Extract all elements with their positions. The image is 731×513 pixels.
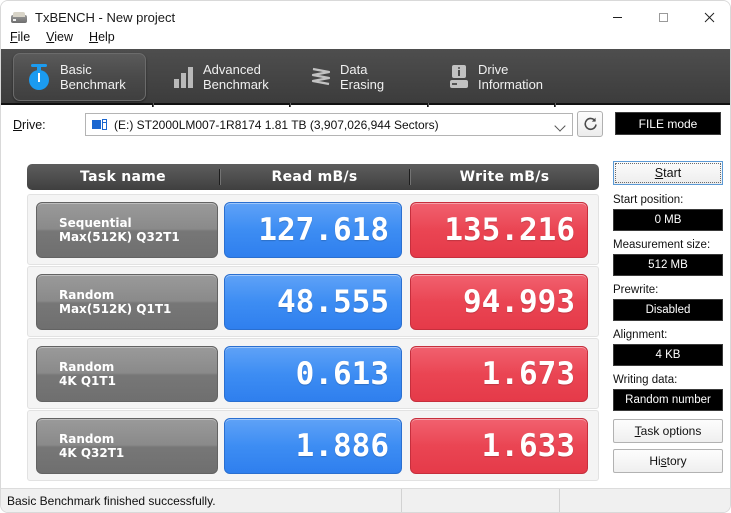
menu-bar: File View Help — [1, 28, 730, 48]
minimize-icon — [612, 17, 622, 18]
task-name-line1: Random — [59, 288, 115, 302]
menu-help[interactable]: Help — [82, 30, 122, 46]
writing-data-value: Random number — [625, 394, 711, 406]
stopwatch-icon — [26, 63, 52, 91]
measurement-size-value: 512 MB — [648, 259, 688, 271]
chevron-down-icon — [554, 120, 566, 132]
tab-drive-information[interactable]: Drive Information — [436, 53, 554, 101]
tab-advanced-benchmark[interactable]: Advanced Benchmark — [161, 53, 281, 101]
task-button[interactable]: Random 4K Q1T1 — [36, 346, 218, 402]
status-bar: Basic Benchmark finished successfully. — [1, 488, 730, 512]
tab-basic-benchmark-label: Basic Benchmark — [60, 62, 126, 92]
write-value: 94.993 — [463, 283, 575, 320]
zigzag-erase-icon — [311, 67, 331, 86]
table-row: Random Max(512K) Q1T1 48.555 94.993 — [27, 266, 599, 337]
write-value-cell: 1.633 — [410, 418, 588, 474]
measurement-size-label: Measurement size: — [613, 239, 711, 251]
window-title: TxBENCH - New project — [35, 10, 176, 25]
write-value-cell: 94.993 — [410, 274, 588, 330]
read-value-cell: 0.613 — [224, 346, 402, 402]
task-name-line1: Sequential — [59, 216, 132, 230]
header-write: Write mB/s — [409, 169, 599, 185]
refresh-icon — [583, 117, 597, 130]
start-button[interactable]: Start — [613, 161, 723, 185]
refresh-button[interactable] — [577, 111, 603, 137]
task-options-button[interactable]: Task options — [613, 419, 723, 443]
tab-data-erasing[interactable]: Data Erasing — [298, 53, 423, 101]
tab-drive-information-label: Drive Information — [478, 62, 544, 92]
disk-drive-icon — [92, 118, 108, 132]
read-value: 48.555 — [277, 283, 389, 320]
tab-data-erasing-label: Data Erasing — [340, 62, 385, 92]
task-name-line1: Random — [59, 432, 115, 446]
file-mode-badge: FILE mode — [615, 112, 721, 135]
header-read: Read mB/s — [219, 169, 409, 185]
task-name-line2: 4K Q32T1 — [59, 446, 125, 460]
tab-basic-benchmark[interactable]: Basic Benchmark — [13, 53, 146, 101]
drive-selection-row: Drive: (E:) ST2000LM007-1R8174 1.81 TB (… — [1, 107, 730, 145]
options-panel: Start Start position: 0 MB Measurement s… — [613, 161, 723, 473]
txbench-window: TxBENCH - New project File View Help Bas… — [0, 0, 731, 513]
writing-data-field[interactable]: Random number — [613, 389, 723, 411]
start-button-label: Start — [654, 166, 682, 180]
bar-chart-icon — [173, 66, 195, 88]
write-value: 1.633 — [481, 427, 575, 464]
read-value-cell: 48.555 — [224, 274, 402, 330]
task-name-line2: Max(512K) Q1T1 — [59, 302, 172, 316]
history-button[interactable]: History — [613, 449, 723, 473]
alignment-field[interactable]: 4 KB — [613, 344, 723, 366]
task-name-line1: Random — [59, 360, 115, 374]
start-position-field[interactable]: 0 MB — [613, 209, 723, 231]
write-value-cell: 135.216 — [410, 202, 588, 258]
read-value-cell: 1.886 — [224, 418, 402, 474]
measurement-size-field[interactable]: 512 MB — [613, 254, 723, 276]
results-table-header: Task name Read mB/s Write mB/s — [27, 164, 599, 190]
alignment-label: Alignment: — [613, 329, 668, 341]
writing-data-label: Writing data: — [613, 374, 678, 386]
task-button[interactable]: Random Max(512K) Q1T1 — [36, 274, 218, 330]
hard-drive-icon — [11, 10, 27, 26]
start-position-label: Start position: — [613, 194, 684, 206]
prewrite-label: Prewrite: — [613, 284, 659, 296]
close-icon — [704, 12, 714, 23]
table-row: Sequential Max(512K) Q32T1 127.618 135.2… — [27, 194, 599, 265]
menu-file[interactable]: File — [3, 30, 37, 46]
read-value: 0.613 — [295, 355, 389, 392]
task-options-label: Task options — [634, 424, 702, 438]
write-value: 135.216 — [444, 211, 575, 248]
status-cell-3 — [559, 488, 730, 512]
drive-select[interactable]: (E:) ST2000LM007-1R8174 1.81 TB (3,907,0… — [85, 113, 573, 136]
menu-view[interactable]: View — [39, 30, 80, 46]
maximize-icon — [658, 13, 668, 22]
prewrite-value: Disabled — [645, 304, 691, 316]
drive-info-icon — [448, 65, 470, 89]
task-button[interactable]: Sequential Max(512K) Q32T1 — [36, 202, 218, 258]
read-value-cell: 127.618 — [224, 202, 402, 258]
read-value: 127.618 — [258, 211, 389, 248]
tab-advanced-benchmark-label: Advanced Benchmark — [203, 62, 269, 92]
write-value-cell: 1.673 — [410, 346, 588, 402]
start-position-value: 0 MB — [654, 214, 682, 226]
drive-select-value: (E:) ST2000LM007-1R8174 1.81 TB (3,907,0… — [114, 117, 439, 132]
drive-label: Drive: — [13, 118, 46, 132]
read-value: 1.886 — [295, 427, 389, 464]
results-table-body: Sequential Max(512K) Q32T1 127.618 135.2… — [27, 194, 599, 482]
status-cell-2 — [401, 488, 559, 512]
task-button[interactable]: Random 4K Q32T1 — [36, 418, 218, 474]
prewrite-field[interactable]: Disabled — [613, 299, 723, 321]
file-mode-label: FILE mode — [638, 116, 698, 131]
write-value: 1.673 — [481, 355, 575, 392]
task-name-line2: 4K Q1T1 — [59, 374, 116, 388]
tab-strip: Basic Benchmark Advanced Benchmark Data … — [1, 49, 730, 143]
table-row: Random 4K Q1T1 0.613 1.673 — [27, 338, 599, 409]
task-name-line2: Max(512K) Q32T1 — [59, 230, 180, 244]
table-row: Random 4K Q32T1 1.886 1.633 — [27, 410, 599, 481]
header-task-name: Task name — [80, 169, 166, 185]
alignment-value: 4 KB — [655, 349, 681, 361]
status-message: Basic Benchmark finished successfully. — [7, 493, 216, 508]
history-label: History — [649, 454, 687, 468]
